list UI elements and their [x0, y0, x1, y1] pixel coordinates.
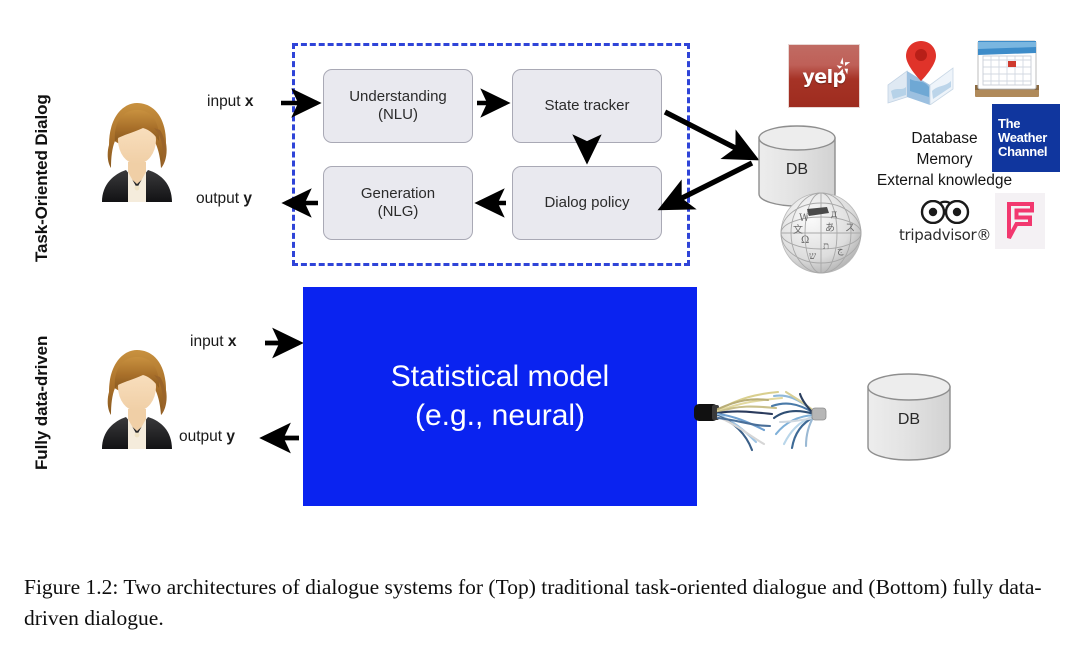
database-cylinder-bottom: DB [866, 373, 952, 461]
figure-caption: Figure 1.2: Two architectures of dialogu… [24, 575, 1042, 630]
statistical-model-line1: Statistical model [390, 360, 610, 394]
statistical-model-box[interactable]: Statistical model (e.g., neural) [303, 287, 697, 506]
frayed-cable-icon [694, 390, 827, 452]
database-cylinder-bottom-label: DB [897, 411, 921, 428]
figure-container: Task-Oriented Dialog input x output y Un… [0, 0, 1080, 662]
statistical-model-line2: (e.g., neural) [414, 398, 586, 432]
